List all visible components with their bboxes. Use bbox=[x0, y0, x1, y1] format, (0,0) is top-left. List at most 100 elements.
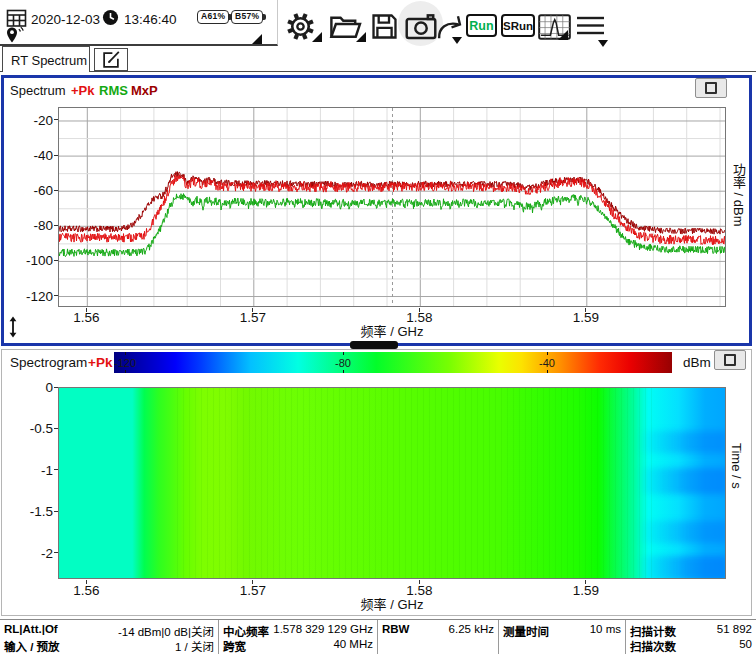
status-value: 50 bbox=[739, 638, 752, 650]
open-file-dropdown-icon[interactable] bbox=[356, 32, 366, 42]
spectrogram-ytick-label: -1.5 bbox=[30, 504, 53, 519]
spectrogram-xtick bbox=[86, 580, 87, 584]
spectrum-ytick-label: -60 bbox=[33, 183, 53, 198]
colorbar-tick bbox=[125, 370, 126, 373]
spectrum-ytick-label: -120 bbox=[26, 288, 53, 303]
spectrum-ytick bbox=[54, 225, 58, 226]
maximize-icon bbox=[705, 82, 717, 94]
calendar-icon bbox=[6, 7, 27, 28]
spectrogram-ytick-label: -2 bbox=[41, 545, 53, 560]
spectrogram-blue-band bbox=[637, 521, 726, 543]
status-value: 40 MHz bbox=[333, 638, 373, 650]
tab-edit[interactable] bbox=[94, 48, 128, 71]
spectrogram-xtick bbox=[419, 580, 420, 584]
screenshot-button[interactable] bbox=[404, 10, 438, 43]
date-text: 2020-12-03 bbox=[31, 12, 100, 27]
status-label: 测量时间 bbox=[503, 623, 549, 639]
spectrogram-blue-band bbox=[637, 468, 726, 494]
spectrum-xtick-label: 1.56 bbox=[73, 310, 99, 325]
spectrum-ytick-label: -80 bbox=[33, 218, 53, 233]
spectrogram-ytick-label: -1 bbox=[41, 462, 53, 477]
spectrogram-xtick-label: 1.57 bbox=[240, 583, 266, 598]
panel-splitter[interactable] bbox=[350, 341, 398, 349]
legend-pk[interactable]: +Pk bbox=[71, 83, 95, 98]
spectrogram-blue-band bbox=[637, 556, 726, 579]
spectrum-xtick bbox=[252, 308, 253, 312]
spectrum-ytick-label: -40 bbox=[33, 148, 53, 163]
spectrogram-ytick bbox=[54, 469, 58, 470]
spectrogram-title: Spectrogram bbox=[10, 355, 87, 370]
spectrum-ytick bbox=[54, 190, 58, 191]
spectrum-maximize-button[interactable] bbox=[695, 78, 727, 98]
spectrogram-stripes bbox=[177, 388, 652, 578]
gps-icon bbox=[5, 26, 26, 45]
time-text: 13:46:40 bbox=[124, 12, 177, 27]
spectrogram-blue-band bbox=[637, 431, 726, 453]
status-value: 6.25 kHz bbox=[449, 623, 494, 635]
spectrogram-xtick-label: 1.59 bbox=[573, 583, 599, 598]
colorbar-label: -120 bbox=[114, 357, 136, 369]
spectrogram-maximize-button[interactable] bbox=[714, 350, 746, 370]
single-run-button[interactable]: SRun bbox=[501, 14, 535, 37]
tab-rt-spectrum[interactable]: RT Spectrum bbox=[2, 46, 90, 72]
run-button-label: Run bbox=[469, 19, 493, 33]
preset-dropdown-icon[interactable] bbox=[452, 37, 462, 44]
spectrogram-ytick bbox=[54, 552, 58, 553]
save-button[interactable] bbox=[369, 10, 400, 43]
spectrogram-yaxis-title: Time / s bbox=[729, 443, 744, 489]
status-label: RL|Att.|Of bbox=[4, 623, 58, 635]
maximize-icon bbox=[724, 354, 736, 366]
legend-rms[interactable]: RMS bbox=[99, 83, 128, 98]
colorbar bbox=[114, 352, 672, 373]
spectrogram-ytick bbox=[54, 428, 58, 429]
colorbar-tick bbox=[547, 352, 548, 355]
spectrogram-trace-label[interactable]: +Pk bbox=[88, 355, 112, 370]
menu-button[interactable] bbox=[576, 15, 605, 37]
colorbar-tick bbox=[547, 370, 548, 373]
run-button[interactable]: Run bbox=[466, 14, 497, 37]
status-cell-1: 中心频率1.578 329 129 GHz跨宽40 MHz bbox=[218, 620, 377, 654]
status-value: 51 892 bbox=[717, 623, 752, 635]
colorbar-tick bbox=[343, 352, 344, 355]
tabbar-line bbox=[0, 71, 756, 72]
status-value: 1.578 329 129 GHz bbox=[273, 623, 373, 635]
spectrum-ytick bbox=[54, 155, 58, 156]
spectrum-xtick-label: 1.57 bbox=[240, 310, 266, 325]
settings-dropdown-icon[interactable] bbox=[312, 32, 322, 42]
spectrum-xaxis-title: 频率 / GHz bbox=[361, 321, 424, 340]
spectrum-ytick bbox=[54, 119, 58, 120]
spectrogram-ytick-label: 0 bbox=[45, 380, 53, 395]
spectrum-xtick-label: 1.59 bbox=[573, 310, 599, 325]
status-cell-0: RL|Att.|Of-14 dBm|0 dB|关闭输入 / 预放1 / 关闭 bbox=[0, 620, 218, 654]
colorbar-label: -40 bbox=[539, 357, 555, 369]
status-box-expand-icon[interactable] bbox=[252, 34, 262, 44]
status-label: 中心频率 bbox=[223, 623, 269, 639]
spectrum-ytick bbox=[54, 260, 58, 261]
edit-icon bbox=[100, 49, 122, 71]
legend-mxp[interactable]: MxP bbox=[131, 83, 158, 98]
status-box: 2020-12-03 13:46:40 A61% B57% bbox=[0, 0, 278, 46]
spectrum-ytick bbox=[54, 295, 58, 296]
spectrum-yaxis-title: 功率 / dBm bbox=[729, 163, 748, 227]
spectrogram-ytick bbox=[54, 511, 58, 512]
toolbar: 2020-12-03 13:46:40 A61% B57% Run SRun bbox=[0, 0, 756, 46]
spectrogram-xaxis-title: 频率 / GHz bbox=[361, 594, 424, 613]
spectrum-ytick-label: -100 bbox=[26, 253, 53, 268]
display-config-dropdown-icon[interactable] bbox=[558, 30, 568, 40]
status-value: 10 ms bbox=[590, 623, 621, 635]
status-cell-3: 测量时间 10 ms bbox=[498, 620, 625, 654]
spectrogram-ytick-label: -0.5 bbox=[30, 421, 53, 436]
spectrum-ytick-label: -20 bbox=[33, 112, 53, 127]
resize-vertical-icon[interactable] bbox=[6, 316, 20, 338]
spectrogram-xtick-label: 1.56 bbox=[73, 583, 99, 598]
colorbar-label: -80 bbox=[335, 357, 351, 369]
menu-dropdown-icon[interactable] bbox=[598, 40, 608, 47]
status-cell-2: RBW6.25 kHz bbox=[377, 620, 498, 654]
clock-icon bbox=[102, 9, 119, 26]
status-value: -14 dBm|0 dB|关闭 bbox=[118, 623, 214, 639]
spectrum-plot[interactable] bbox=[58, 107, 726, 307]
spectrogram-plot[interactable] bbox=[58, 387, 726, 579]
status-value: 1 / 关闭 bbox=[175, 638, 214, 654]
colorbar-tick bbox=[125, 352, 126, 355]
battery-a-badge: A61% bbox=[197, 10, 229, 24]
